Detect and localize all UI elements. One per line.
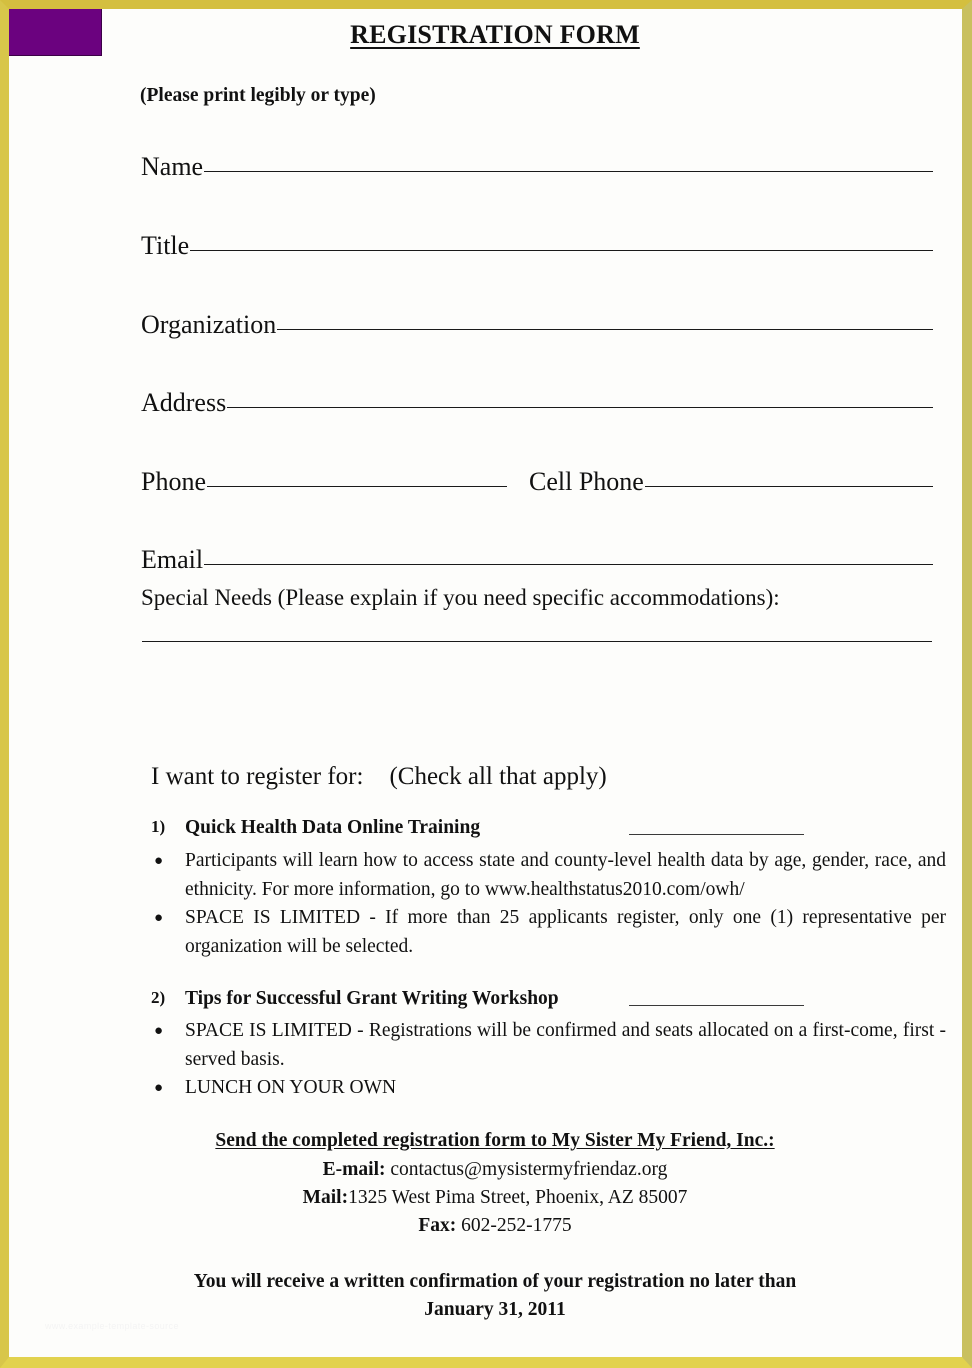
register-heading-row: I want to register for: (Check all that a… xyxy=(151,763,607,791)
register-item-1-number: 1) xyxy=(151,817,166,836)
field-row-email: Email xyxy=(141,547,933,573)
contact-email-row: E-mail: contactus@mysistermyfriendaz.org xyxy=(9,1159,972,1181)
contact-fax-row: Fax: 602-252-1775 xyxy=(9,1215,972,1237)
bullet-icon: ● xyxy=(154,1023,164,1039)
contact-mail-value: 1325 West Pima Street, Phoenix, AZ 85007 xyxy=(348,1187,688,1208)
bullet-text: SPACE IS LIMITED - If more than 25 appli… xyxy=(185,907,946,957)
field-label-organization: Organization xyxy=(141,310,277,339)
field-input-email[interactable] xyxy=(204,564,933,565)
register-item-1-title: Quick Health Data Online Training xyxy=(185,817,481,838)
register-item-1-checkbox-line[interactable] xyxy=(629,834,804,835)
field-input-name[interactable] xyxy=(204,171,933,172)
register-item-2-number: 2) xyxy=(151,988,166,1007)
bullet-text: Participants will learn how to access st… xyxy=(185,850,946,900)
field-row-organization: Organization xyxy=(141,312,933,338)
source-watermark: www.example-template-source xyxy=(45,1321,179,1331)
contact-mail-label: Mail: xyxy=(302,1187,349,1208)
special-needs-label: Special Needs (Please explain if you nee… xyxy=(141,585,780,610)
field-label-email: Email xyxy=(141,545,204,574)
page-title: REGISTRATION FORM xyxy=(350,20,640,49)
bullet-icon: ● xyxy=(154,1080,164,1096)
form-sheet: REGISTRATION FORM (Please print legibly … xyxy=(9,9,962,1357)
confirmation-line-1: You will receive a written confirmation … xyxy=(193,1271,797,1292)
field-input-address[interactable] xyxy=(227,407,933,408)
contact-email-value[interactable]: contactus@mysistermyfriendaz.org xyxy=(390,1159,667,1180)
special-needs-input[interactable] xyxy=(142,641,932,642)
field-input-organization[interactable] xyxy=(277,329,933,330)
print-legibly-note: (Please print legibly or type) xyxy=(140,85,376,106)
field-label-cell-phone: Cell Phone xyxy=(529,467,644,496)
bullet-icon: ● xyxy=(154,910,164,926)
contact-fax-label: Fax: xyxy=(418,1215,457,1236)
registration-form-page: REGISTRATION FORM (Please print legibly … xyxy=(0,0,972,1368)
field-label-address: Address xyxy=(141,388,227,417)
bullet-icon: ● xyxy=(154,853,164,869)
register-item-1-bullet-2: ● SPACE IS LIMITED - If more than 25 app… xyxy=(151,904,946,961)
register-heading: I want to register for: xyxy=(151,763,364,790)
field-input-cell-phone[interactable] xyxy=(644,486,933,487)
contact-mail-row: Mail:1325 West Pima Street, Phoenix, AZ … xyxy=(9,1187,972,1209)
confirmation-line-2: January 31, 2011 xyxy=(424,1299,566,1320)
register-item-2-title: Tips for Successful Grant Writing Worksh… xyxy=(185,988,559,1009)
field-input-phone[interactable] xyxy=(207,486,507,487)
field-input-title[interactable] xyxy=(190,250,933,251)
register-item-1-bullet-1: ● Participants will learn how to access … xyxy=(151,847,946,904)
field-label-name: Name xyxy=(141,152,204,181)
contact-fax-value: 602-252-1775 xyxy=(461,1215,572,1236)
contact-email-label: E-mail: xyxy=(322,1159,386,1180)
field-row-title: Title xyxy=(141,233,933,259)
register-item-2-bullet-2: ● LUNCH ON YOUR OWN xyxy=(151,1074,946,1103)
bullet-text: LUNCH ON YOUR OWN xyxy=(185,1077,397,1098)
field-row-address: Address xyxy=(141,390,933,416)
submission-instructions-heading: Send the completed registration form to … xyxy=(215,1130,775,1151)
bullet-text: SPACE IS LIMITED - Registrations will be… xyxy=(185,1020,946,1070)
field-label-phone: Phone xyxy=(141,467,206,496)
register-item-2-checkbox-line[interactable] xyxy=(629,1005,804,1006)
field-row-phone: Phone Cell Phone xyxy=(141,469,933,495)
field-row-name: Name xyxy=(141,154,933,180)
register-item-2-bullet-1: ● SPACE IS LIMITED - Registrations will … xyxy=(151,1017,946,1074)
field-label-title: Title xyxy=(141,231,190,260)
register-instruction: (Check all that apply) xyxy=(389,763,607,790)
